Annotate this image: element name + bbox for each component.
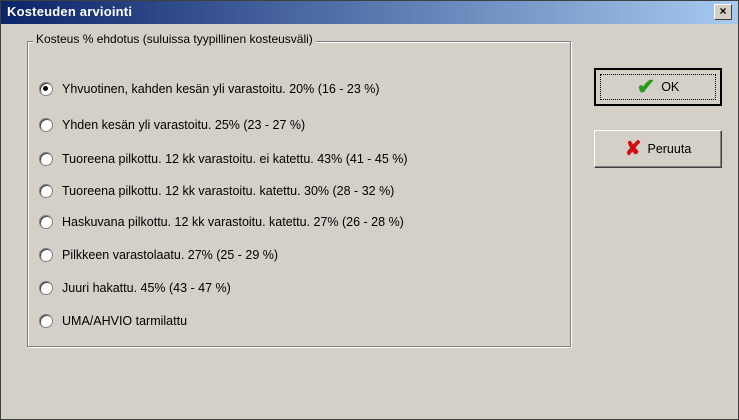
ok-button[interactable]: ✔ OK [594,68,722,106]
radio-label: Yhden kesän yli varastoitu. 25% (23 - 27… [62,118,306,132]
window-title: Kosteuden arviointi [7,4,133,19]
dialog-window: Kosteuden arviointi × Kosteus % ehdotus … [0,0,739,420]
radio-label: Juuri hakattu. 45% (43 - 47 %) [62,281,231,295]
radio-button[interactable] [39,281,53,295]
ok-button-label: OK [661,80,680,94]
radio-option-1[interactable]: Yhden kesän yli varastoitu. 25% (23 - 27… [39,116,305,134]
radio-button[interactable] [39,248,53,262]
radio-option-7[interactable]: UMA/AHVIO tarmilattu [39,312,187,330]
check-icon: ✔ [636,74,656,99]
radio-button[interactable] [39,314,53,328]
groupbox-legend: Kosteus % ehdotus (suluissa tyypillinen … [33,32,316,46]
cancel-button-label: Peruuta [647,142,692,156]
radio-button[interactable] [39,118,53,132]
radio-label: Haskuvana pilkottu. 12 kk varastoitu. ka… [62,215,404,229]
radio-option-2[interactable]: Tuoreena pilkottu. 12 kk varastoitu. ei … [39,150,408,168]
radio-label: Tuoreena pilkottu. 12 kk varastoitu. ei … [62,152,408,166]
radio-label: Yhvuotinen, kahden kesän yli varastoitu.… [62,82,380,96]
radio-label: UMA/AHVIO tarmilattu [62,314,188,328]
radio-option-6[interactable]: Juuri hakattu. 45% (43 - 47 %) [39,279,231,297]
x-icon: ✘ [624,138,642,160]
close-button[interactable]: × [714,4,732,20]
radio-label: Pilkkeen varastolaatu. 27% (25 - 29 %) [62,248,279,262]
radio-option-4[interactable]: Haskuvana pilkottu. 12 kk varastoitu. ka… [39,213,404,231]
radio-button[interactable] [39,152,53,166]
cancel-button[interactable]: ✘ Peruuta [594,130,722,168]
radio-option-5[interactable]: Pilkkeen varastolaatu. 27% (25 - 29 %) [39,246,278,264]
radio-button[interactable] [39,184,53,198]
radio-label: Tuoreena pilkottu. 12 kk varastoitu. kat… [62,184,395,198]
radio-option-3[interactable]: Tuoreena pilkottu. 12 kk varastoitu. kat… [39,182,394,200]
radio-button[interactable] [39,82,53,96]
title-bar[interactable]: Kosteuden arviointi × [1,1,738,24]
radio-option-0[interactable]: Yhvuotinen, kahden kesän yli varastoitu.… [39,80,380,98]
radio-button[interactable] [39,215,53,229]
